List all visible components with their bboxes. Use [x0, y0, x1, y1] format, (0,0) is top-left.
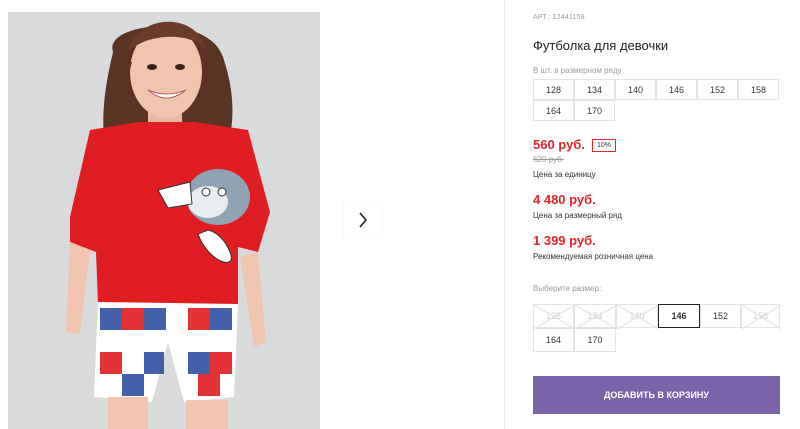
chevron-right-icon: [359, 212, 368, 228]
size-range-cell: 158: [738, 79, 779, 100]
size-option-label: 164: [545, 335, 562, 345]
retail-price-label: Рекомендуемая розничная цена: [533, 252, 654, 261]
discount-badge: 10%: [592, 139, 617, 152]
size-option[interactable]: 152: [700, 304, 741, 328]
add-to-cart-button[interactable]: ДОБАВИТЬ В КОРЗИНУ: [533, 376, 780, 414]
size-range-cell: 134: [574, 79, 615, 100]
size-range-cell: 128: [533, 79, 574, 100]
size-range-cell: 164: [533, 100, 574, 121]
size-option-label: 146: [671, 311, 687, 321]
old-price: 620 руб.: [533, 155, 564, 164]
crossed-out-icon: [617, 305, 659, 329]
size-range-cell: 146: [656, 79, 697, 100]
girl-photo-illustration: [8, 12, 320, 429]
size-option-selected[interactable]: 146: [658, 304, 700, 328]
unit-price: 560 руб.: [533, 137, 585, 152]
next-image-button[interactable]: [344, 201, 382, 239]
size-range-cell: 140: [615, 79, 656, 100]
unit-price-label: Цена за единицу: [533, 170, 596, 179]
crossed-out-icon: [575, 305, 617, 329]
product-photo: [8, 12, 320, 429]
row-price-label: Цена за размерный ряд: [533, 211, 622, 220]
product-title: Футболка для девочки: [533, 38, 669, 53]
size-option-unavailable: 140: [616, 304, 659, 329]
crossed-out-icon: [534, 305, 575, 329]
size-option[interactable]: 170: [574, 328, 616, 352]
retail-price: 1 399 руб.: [533, 233, 596, 248]
size-range-cell: 152: [697, 79, 738, 100]
size-option-label: 170: [587, 335, 603, 345]
row-price: 4 480 руб.: [533, 192, 596, 207]
size-option-unavailable: 128: [533, 304, 575, 329]
crossed-out-icon: [742, 305, 781, 329]
product-gallery: [0, 0, 505, 429]
size-option-label: 152: [712, 311, 729, 321]
size-range-label: В шт. в размерном ряду: [533, 66, 622, 75]
size-option-unavailable: 158: [741, 304, 781, 329]
size-select-label: Выберите размер:: [533, 284, 602, 293]
product-sku: АРТ.: 12441158: [533, 14, 585, 21]
size-option-unavailable: 134: [574, 304, 617, 329]
size-option[interactable]: 164: [533, 328, 574, 352]
size-range-cell: 170: [574, 100, 615, 121]
